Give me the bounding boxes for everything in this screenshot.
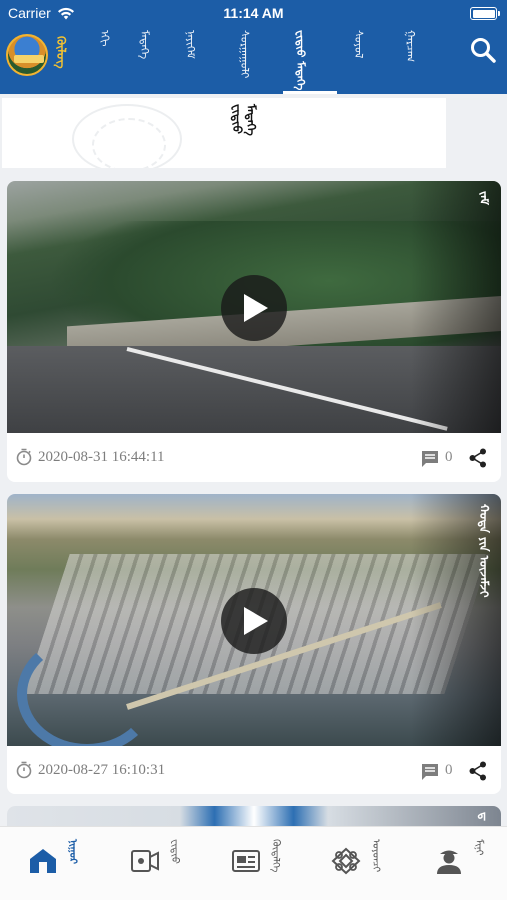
id-card-icon xyxy=(232,850,260,872)
user-icon xyxy=(437,850,461,874)
active-tab-indicator xyxy=(283,91,337,94)
section-title: ᠸᠢᠳᠢᠣ ᠮᠡᠳᠡᠭᠡ xyxy=(230,104,258,136)
video-title: ᠵᠠᠮ xyxy=(477,191,491,205)
share-icon[interactable] xyxy=(469,761,487,781)
section-banner: ᠸᠢᠳᠢᠣ ᠮᠡᠳᠡᠭᠡ xyxy=(2,98,446,168)
play-icon xyxy=(244,294,268,322)
tab-3[interactable]: ᠰᠤᠷᠭᠠᠭᠤᠯᠢ xyxy=(238,28,251,92)
publish-time: 2020-08-31 16:44:11 xyxy=(38,449,165,465)
tab-news[interactable]: ᠬᠥᠳᠡᠯᠭᠡ xyxy=(231,839,281,889)
app-logo[interactable] xyxy=(6,34,48,76)
tab-label: ᠣᠶᠣᠨᠴᠢ xyxy=(370,839,381,873)
share-icon[interactable] xyxy=(469,448,487,468)
video-thumbnail[interactable]: ᠵᠠᠮ xyxy=(7,181,501,433)
home-icon xyxy=(30,849,56,873)
knot-icon xyxy=(331,847,361,875)
app-header: Carrier 11:14 AM ᠬᠥᠯᠥᠭ ᠡᠬᠢ ᠮᠡᠳᠡᠭᠡ ᠨᠡᠶᠢᠭᠡ… xyxy=(0,0,507,94)
comment-count: 0 xyxy=(445,762,453,778)
search-icon[interactable] xyxy=(469,36,497,64)
clock: 11:14 AM xyxy=(223,5,284,21)
video-card[interactable]: ᠵᠠᠮ 2020-08-31 16:44:11 0 xyxy=(7,181,501,482)
bottom-tab-bar: ᠨᠢᠭᠤᠷ ᠸᠢᠳᠢᠣ ᠬᠥᠳᠡᠯᠭᠡ ᠣᠶᠣᠨᠴᠢ ᠮᠢᠨᠢ xyxy=(0,826,507,900)
video-title: ᠬᠣᠲᠠ ᠶᠢᠨ ᠦᠵᠡᠮᠵᠢ xyxy=(477,504,491,598)
timer-icon xyxy=(16,761,32,779)
tab-2[interactable]: ᠨᠡᠶᠢᠭᠡᠮ xyxy=(184,28,197,92)
comment-icon[interactable] xyxy=(421,450,439,468)
ornament-watermark xyxy=(72,104,182,168)
tab-label: ᠬᠥᠳᠡᠯᠭᠡ xyxy=(270,839,281,873)
play-icon xyxy=(244,607,268,635)
card-footer: 2020-08-31 16:44:11 0 xyxy=(7,433,501,482)
tab-home[interactable]: ᠨᠢᠭᠤᠷ xyxy=(28,839,78,889)
comment-icon[interactable] xyxy=(421,763,439,781)
video-icon xyxy=(131,850,159,872)
tab-label: ᠨᠢᠭᠤᠷ xyxy=(67,839,78,864)
battery-icon xyxy=(470,7,500,20)
brand-name: ᠬᠥᠯᠥᠭ xyxy=(54,36,68,69)
comment-count: 0 xyxy=(445,449,453,465)
video-thumbnail[interactable]: ᠬᠣᠲᠠ ᠶᠢᠨ ᠦᠵᠡᠮᠵᠢ xyxy=(7,494,501,746)
top-nav: ᠬᠥᠯᠥᠭ ᠡᠬᠢ ᠮᠡᠳᠡᠭᠡ ᠨᠡᠶᠢᠭᠡᠮ ᠰᠤᠷᠭᠠᠭᠤᠯᠢ ᠸᠢᠳᠢᠣ… xyxy=(0,28,507,94)
tab-culture[interactable]: ᠣᠶᠣᠨᠴᠢ xyxy=(331,839,381,889)
tab-5[interactable]: ᠰᠤᠶᠤᠯ xyxy=(352,28,365,92)
play-button[interactable] xyxy=(221,275,287,341)
tab-0[interactable]: ᠡᠬᠢ xyxy=(98,28,111,92)
tab-label: ᠸᠢᠳᠢᠣ xyxy=(169,839,180,864)
tab-video[interactable]: ᠸᠢᠳᠢᠣ xyxy=(130,839,180,889)
tab-6[interactable]: ᠭᠠᠷᠴᠠᠭ xyxy=(404,28,417,92)
publish-time: 2020-08-27 16:10:31 xyxy=(38,762,166,778)
status-bar: Carrier 11:14 AM xyxy=(0,0,507,28)
tab-label: ᠮᠢᠨᠢ xyxy=(473,839,484,856)
play-button[interactable] xyxy=(221,588,287,654)
tab-1[interactable]: ᠮᠡᠳᠡᠭᠡ xyxy=(138,28,151,92)
tab-4-active[interactable]: ᠸᠢᠳᠢᠣ ᠮᠡᠳᠡᠭᠡ xyxy=(294,28,307,92)
video-card[interactable]: ᠬᠣᠲᠠ ᠶᠢᠨ ᠦᠵᠡᠮᠵᠢ 2020-08-27 16:10:31 0 xyxy=(7,494,501,794)
timer-icon xyxy=(16,448,32,466)
tab-profile[interactable]: ᠮᠢᠨᠢ xyxy=(434,839,484,889)
card-footer: 2020-08-27 16:10:31 0 xyxy=(7,746,501,794)
video-title: ᠳ xyxy=(477,812,491,821)
